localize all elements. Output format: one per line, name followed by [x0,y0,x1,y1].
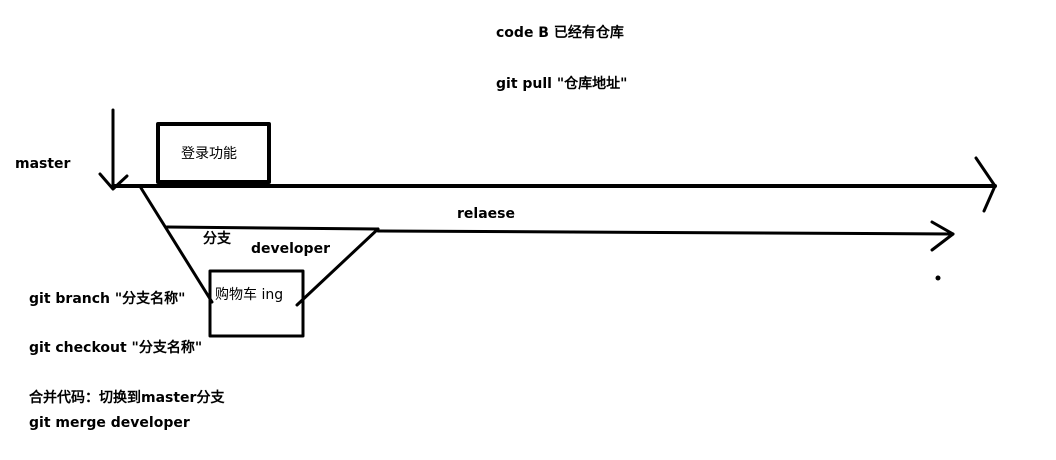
master-label: master [15,156,71,172]
diagram-canvas: code B 已经有仓库 git pull "仓库地址" master 登录功能… [0,0,1056,460]
release-label: relaese [457,206,515,222]
header-code-b: code B 已经有仓库 [496,25,624,41]
cart-feature-box [208,269,305,338]
release-arrowhead [930,220,955,252]
git-checkout-command: git checkout "分支名称" [29,340,203,356]
header-git-pull: git pull "仓库地址" [496,76,628,92]
merge-note: 合并代码：切换到master分支 [29,390,225,406]
branch-label: 分支 [203,231,231,247]
branch-diagonal [139,186,214,304]
release-line [376,229,955,236]
cart-box-label: 购物车 ing [215,287,284,303]
login-box-label: 登录功能 [181,146,237,162]
git-branch-command: git branch "分支名称" [29,291,186,307]
git-merge-command: git merge developer [29,415,190,431]
stray-dot [935,275,941,281]
developer-label: developer [251,241,330,257]
developer-line [165,225,380,231]
